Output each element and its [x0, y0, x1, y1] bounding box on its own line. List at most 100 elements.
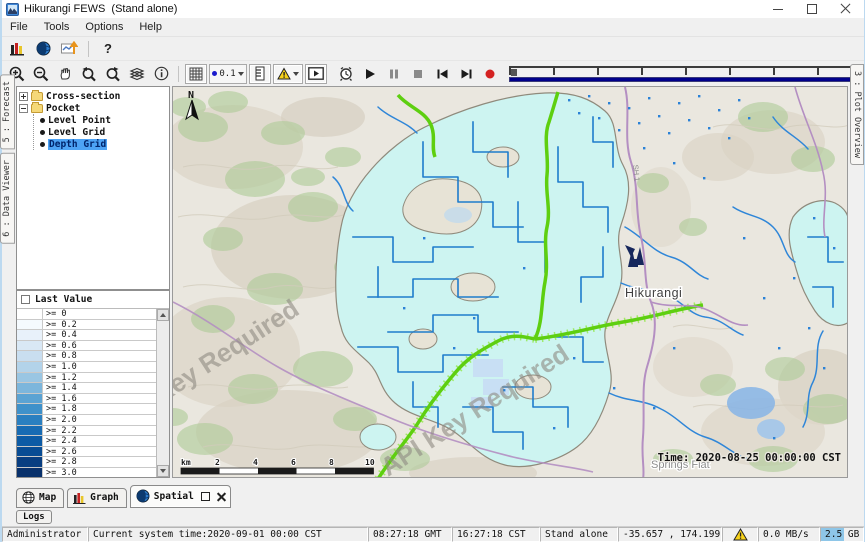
- collapse-minus-icon[interactable]: [19, 104, 28, 113]
- status-gmt-time: 08:27:18 GMT: [368, 527, 452, 542]
- expand-plus-icon[interactable]: [19, 92, 28, 101]
- toolbar-separator: [178, 66, 179, 82]
- legend-table: >= 0 >= 0.2 >= 0.4 >= 0.6 >= 0.8 >= 1.0 …: [17, 308, 169, 477]
- tree-node-cross-section[interactable]: Cross-section: [19, 90, 167, 102]
- zoom-out-icon: [33, 66, 49, 82]
- legend-label: >= 1.4: [43, 383, 77, 393]
- record-button[interactable]: [479, 64, 501, 84]
- tree-label[interactable]: Depth Grid: [48, 139, 107, 150]
- menu-tools[interactable]: Tools: [36, 19, 78, 35]
- pan-hand-icon: [58, 66, 73, 81]
- interval-dot-icon: [212, 71, 217, 76]
- bar-chart-icon: [73, 491, 86, 504]
- tree-node-depth-grid[interactable]: Depth Grid: [38, 138, 167, 150]
- window-title: Hikurangi FEWS (Stand alone): [24, 3, 177, 15]
- scroll-up-icon[interactable]: [157, 309, 169, 321]
- legend-label: >= 3.0: [43, 468, 77, 477]
- status-warning[interactable]: [722, 527, 758, 542]
- pan-button[interactable]: [54, 64, 76, 84]
- timeseries-display-button[interactable]: [58, 39, 80, 59]
- tree-node-pocket[interactable]: Pocket: [19, 102, 167, 114]
- tree-node-level-point[interactable]: Level Point: [38, 114, 167, 126]
- map-viewport[interactable]: API Key Required API Key Required Hikura…: [172, 86, 848, 478]
- zoom-next-button[interactable]: [102, 64, 124, 84]
- menu-help[interactable]: Help: [131, 19, 170, 35]
- open-folder-icon: [31, 104, 43, 113]
- play-button[interactable]: [359, 64, 381, 84]
- minimize-icon[interactable]: [772, 3, 784, 15]
- legend-swatch: [17, 415, 43, 425]
- animation-button[interactable]: [305, 64, 327, 84]
- legend-label: >= 0.8: [43, 351, 77, 361]
- scroll-down-icon[interactable]: [157, 465, 169, 477]
- folder-icon: [31, 92, 43, 101]
- last-frame-button[interactable]: [455, 64, 477, 84]
- tree-node-level-grid[interactable]: Level Grid: [38, 126, 167, 138]
- tree-children: Level Point Level Grid Depth Grid: [33, 114, 167, 150]
- tab-forecast[interactable]: 5 : Forecast: [0, 74, 15, 149]
- layers-button[interactable]: [126, 64, 148, 84]
- tree-label[interactable]: Level Grid: [48, 127, 105, 138]
- tab-spatial[interactable]: Spatial: [130, 485, 231, 508]
- timeline-slider[interactable]: [509, 66, 861, 82]
- tab-data-viewer[interactable]: 6 : Data Viewer: [0, 153, 15, 244]
- workspace: 5 : Forecast 6 : Data Viewer 3 : Plot Ov…: [2, 86, 864, 478]
- spatial-display-button[interactable]: [32, 39, 54, 59]
- help-button[interactable]: ?: [97, 39, 119, 59]
- legend-row: >= 2.6: [17, 447, 156, 458]
- close-icon[interactable]: [840, 3, 852, 15]
- tab-map[interactable]: Map: [16, 488, 64, 508]
- show-grid-button[interactable]: [185, 64, 207, 84]
- stop-button[interactable]: [407, 64, 429, 84]
- zoom-out-button[interactable]: [30, 64, 52, 84]
- pause-button[interactable]: [383, 64, 405, 84]
- globe-icon: [36, 41, 51, 56]
- legend-swatch: [17, 426, 43, 436]
- bullet-icon: [40, 118, 45, 123]
- reset-time-button[interactable]: [335, 64, 357, 84]
- legend-scrollbar[interactable]: [156, 309, 169, 477]
- timeline-ruler[interactable]: [509, 66, 861, 75]
- legend-row: >= 2.2: [17, 426, 156, 437]
- grid-display-icon: [10, 41, 25, 56]
- legend-row: >= 0.4: [17, 330, 156, 341]
- record-icon: [484, 68, 496, 80]
- tab-plot-overview[interactable]: 3 : Plot Overview: [850, 64, 864, 165]
- last-value-label: Last Value: [35, 294, 92, 305]
- logs-button[interactable]: Logs: [16, 510, 52, 524]
- first-frame-button[interactable]: [431, 64, 453, 84]
- tree-label[interactable]: Level Point: [48, 115, 111, 126]
- tab-graph[interactable]: Graph: [67, 488, 127, 508]
- legend-label: >= 0.4: [43, 330, 77, 340]
- zoom-previous-button[interactable]: [78, 64, 100, 84]
- tree-label[interactable]: Cross-section: [46, 91, 120, 102]
- timeline-handle[interactable]: [511, 69, 517, 76]
- help-icon: ?: [104, 41, 112, 56]
- map-time-label: Time: 2020-08-25 00:00:00 CST: [658, 452, 841, 464]
- class-interval-dropdown[interactable]: 0.1: [209, 64, 247, 84]
- info-button[interactable]: [150, 64, 172, 84]
- undock-icon[interactable]: [201, 492, 210, 501]
- grid-display-button[interactable]: [6, 39, 28, 59]
- scale-bar-icon: [254, 66, 266, 81]
- map-canvas[interactable]: API Key Required API Key Required Hikura…: [173, 87, 848, 478]
- legend-swatch: [17, 351, 43, 361]
- scale-bar-button[interactable]: [249, 64, 271, 84]
- svg-text:10: 10: [365, 458, 375, 467]
- menu-options[interactable]: Options: [77, 19, 131, 35]
- warnings-dropdown[interactable]: [273, 64, 303, 84]
- maximize-icon[interactable]: [806, 3, 818, 15]
- legend-swatch: [17, 309, 43, 319]
- tree-label[interactable]: Pocket: [46, 103, 80, 114]
- legend-row: >= 2.0: [17, 415, 156, 426]
- svg-text:6: 6: [291, 458, 296, 467]
- zoom-previous-icon: [81, 66, 97, 82]
- menu-file[interactable]: File: [2, 19, 36, 35]
- last-value-option[interactable]: Last Value: [17, 291, 169, 308]
- status-mode: Stand alone: [540, 527, 618, 542]
- timeseries-icon: [61, 41, 78, 56]
- last-value-checkbox[interactable]: [21, 295, 30, 304]
- legend-swatch: [17, 436, 43, 446]
- left-panel: Cross-section Pocket Level Point: [16, 86, 170, 478]
- close-tab-icon[interactable]: [217, 492, 226, 501]
